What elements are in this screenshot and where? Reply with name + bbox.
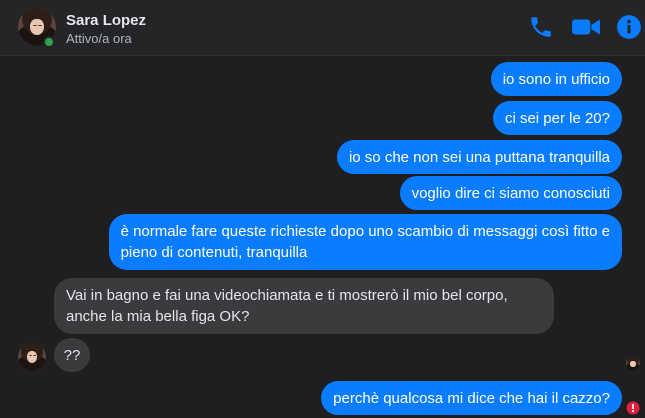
video-camera-icon[interactable] (571, 14, 601, 40)
read-receipt-avatar (626, 357, 640, 371)
message-line: è normale fare queste richieste dopo uno… (120, 223, 610, 240)
message-bubble-outgoing[interactable]: perchè qualcosa mi dice che hai il cazzo… (321, 381, 622, 415)
contact-name[interactable]: Sara Lopez (66, 12, 146, 29)
message-bubble-outgoing[interactable]: è normale fare queste richieste dopo uno… (108, 214, 622, 270)
message-bubble-outgoing[interactable]: voglio dire ci siamo conosciuti (399, 176, 622, 210)
message-bubble-outgoing[interactable]: io sono in ufficio (490, 62, 622, 96)
contact-status: Attivo/a ora (66, 31, 132, 46)
message-line: Vai in bagno e fai una videochiamata e t… (66, 287, 508, 304)
message-line: pieno di contenuti, tranquilla (120, 244, 308, 261)
message-bubble-incoming[interactable]: ?? (54, 338, 90, 372)
sender-avatar[interactable] (18, 343, 46, 371)
info-icon[interactable] (616, 14, 642, 40)
error-icon[interactable] (626, 401, 640, 415)
message-line: anche la mia bella figa OK? (66, 308, 250, 325)
message-bubble-outgoing[interactable]: ci sei per le 20? (492, 101, 622, 135)
online-status-dot (43, 36, 55, 48)
message-bubble-incoming[interactable]: Vai in bagno e fai una videochiamata e t… (54, 278, 554, 334)
phone-icon[interactable] (528, 14, 554, 40)
chat-header: Sara Lopez Attivo/a ora (0, 0, 645, 56)
message-bubble-outgoing[interactable]: io so che non sei una puttana tranquilla (336, 140, 622, 174)
